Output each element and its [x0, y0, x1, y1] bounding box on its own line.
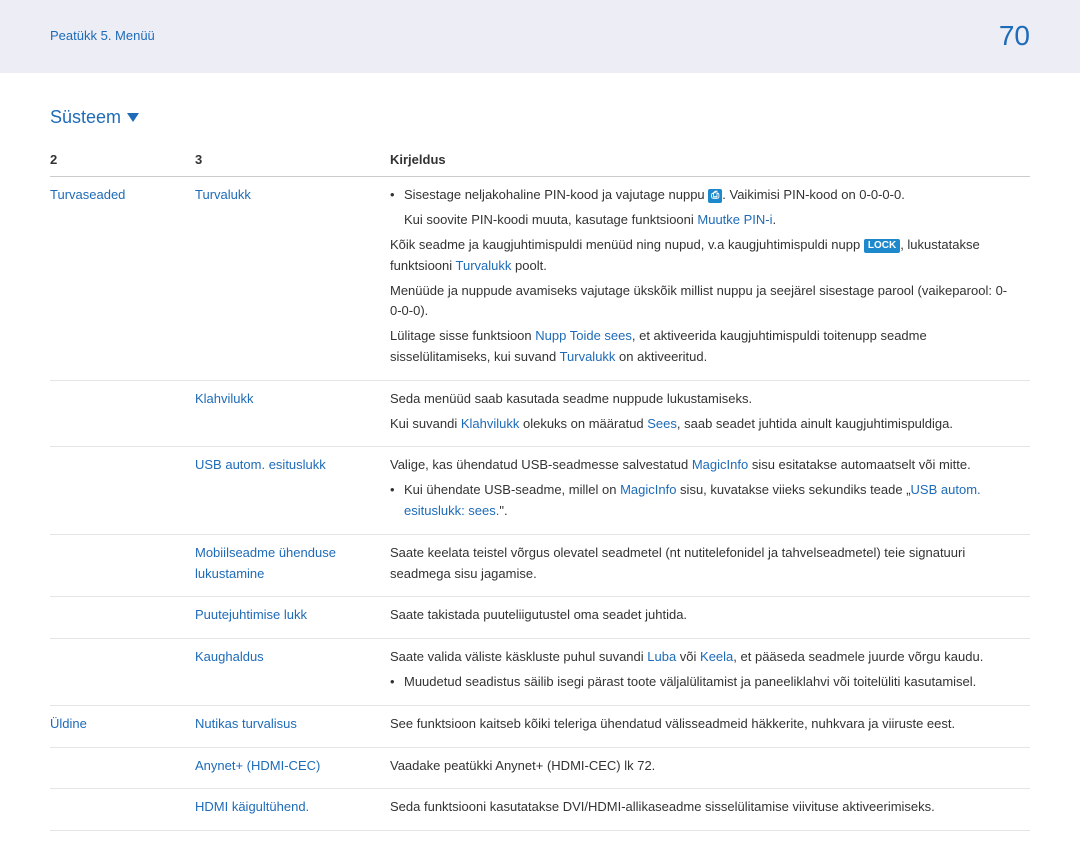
chapter-label: Peatükk 5. Menüü — [50, 26, 155, 47]
page-header: Peatükk 5. Menüü 70 — [0, 0, 1080, 73]
cell-desc: Valige, kas ühendatud USB-seadmesse salv… — [390, 447, 1030, 534]
desc-line: Seda funktsiooni kasutatakse DVI/HDMI-al… — [390, 797, 1018, 818]
table-row: Kaughaldus Saate valida väliste käsklust… — [50, 639, 1030, 706]
note-line: Kui soovite PIN-koodi muuta, kasutage fu… — [390, 210, 1018, 231]
desc-line: Saate takistada puuteliigutustel oma sea… — [390, 605, 1018, 626]
cell-turvalukk: Turvalukk — [195, 177, 390, 380]
bullet-item: Muudetud seadistus säilib isegi pärast t… — [390, 672, 1018, 693]
section-name: Süsteem — [50, 103, 121, 132]
table-row: Üldine Nutikas turvalisus See funktsioon… — [50, 705, 1030, 747]
cell-anynet: Anynet+ (HDMI-CEC) — [195, 747, 390, 789]
desc-line: Vaadake peatükki Anynet+ (HDMI-CEC) lk 7… — [390, 756, 1018, 777]
cell-uldine: Üldine — [50, 705, 195, 747]
cell-desc: Seda menüüd saab kasutada seadme nuppude… — [390, 380, 1030, 447]
desc-line: Saate valida väliste käskluste puhul suv… — [390, 647, 1018, 668]
table-header-3: Kirjeldus — [390, 144, 1030, 177]
cell-usb-esituslukk: USB autom. esituslukk — [195, 447, 390, 534]
cell-mobiil-lukk: Mobiilseadme ühenduselukustamine — [195, 534, 390, 597]
cell-desc: Saate takistada puuteliigutustel oma sea… — [390, 597, 1030, 639]
cell-desc: See funktsioon kaitseb kõiki teleriga üh… — [390, 705, 1030, 747]
page-content: Süsteem 2 3 Kirjeldus Turvaseaded Turval… — [0, 73, 1080, 861]
cell-desc: Saate keelata teistel võrgus olevatel se… — [390, 534, 1030, 597]
desc-line: See funktsioon kaitseb kõiki teleriga üh… — [390, 714, 1018, 735]
desc-line: Menüüde ja nuppude avamiseks vajutage ük… — [390, 281, 1018, 323]
cell-puute-lukk: Puutejuhtimise lukk — [195, 597, 390, 639]
table-row: Turvaseaded Turvalukk Sisestage neljakoh… — [50, 177, 1030, 380]
cell-hdmi: HDMI käigultühend. — [195, 789, 390, 831]
bullet-item: Sisestage neljakohaline PIN-kood ja vaju… — [390, 185, 1018, 206]
cell-turvaseaded: Turvaseaded — [50, 177, 195, 380]
lock-icon: LOCK — [864, 239, 900, 253]
cell-nutikas: Nutikas turvalisus — [195, 705, 390, 747]
cell-kaughaldus: Kaughaldus — [195, 639, 390, 706]
table-row: Mobiilseadme ühenduselukustamine Saate k… — [50, 534, 1030, 597]
settings-table: 2 3 Kirjeldus Turvaseaded Turvalukk Sise… — [50, 144, 1030, 832]
table-header-1: 2 — [50, 144, 195, 177]
desc-line: Kui suvandi Klahvilukk olekuks on määrat… — [390, 414, 1018, 435]
table-row: Klahvilukk Seda menüüd saab kasutada sea… — [50, 380, 1030, 447]
cell-desc: Saate valida väliste käskluste puhul suv… — [390, 639, 1030, 706]
desc-line: Seda menüüd saab kasutada seadme nuppude… — [390, 389, 1018, 410]
desc-line: Kõik seadme ja kaugjuhtimispuldi menüüd … — [390, 235, 1018, 277]
table-row: USB autom. esituslukk Valige, kas ühenda… — [50, 447, 1030, 534]
bullet-item: Kui ühendate USB-seadme, millel on Magic… — [390, 480, 1018, 522]
table-row: Puutejuhtimise lukk Saate takistada puut… — [50, 597, 1030, 639]
section-title: Süsteem — [50, 103, 1030, 132]
table-row: HDMI käigultühend. Seda funktsiooni kasu… — [50, 789, 1030, 831]
desc-line: Valige, kas ühendatud USB-seadmesse salv… — [390, 455, 1018, 476]
cell-desc: Seda funktsiooni kasutatakse DVI/HDMI-al… — [390, 789, 1030, 831]
desc-line: Saate keelata teistel võrgus olevatel se… — [390, 543, 1018, 585]
triangle-down-icon — [127, 113, 139, 122]
cell-klahvilukk: Klahvilukk — [195, 380, 390, 447]
page-number: 70 — [999, 14, 1030, 59]
table-row: Anynet+ (HDMI-CEC) Vaadake peatükki Anyn… — [50, 747, 1030, 789]
desc-line: Lülitage sisse funktsioon Nupp Toide see… — [390, 326, 1018, 368]
table-header-2: 3 — [195, 144, 390, 177]
cell-desc: Sisestage neljakohaline PIN-kood ja vaju… — [390, 177, 1030, 380]
enter-icon: ⎙ — [708, 189, 722, 203]
cell-desc: Vaadake peatükki Anynet+ (HDMI-CEC) lk 7… — [390, 747, 1030, 789]
